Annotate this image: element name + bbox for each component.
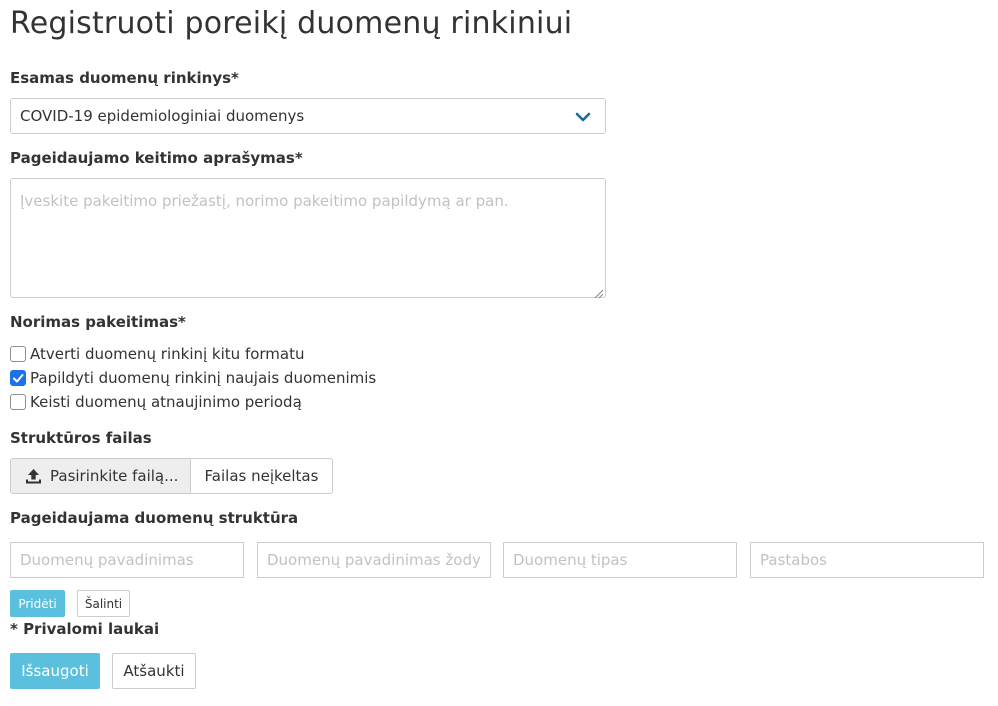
choose-file-button[interactable]: Pasirinkite failą... [11,459,191,493]
description-textarea[interactable] [10,178,606,298]
file-status: Failas neįkeltas [204,467,319,485]
remove-row-button[interactable]: Šalinti [77,590,130,617]
page-title: Registruoti poreikį duomenų rinkiniui [10,6,573,41]
field-name-input[interactable] [10,542,244,578]
file-upload: Pasirinkite failą... Failas neįkeltas [10,458,333,494]
resize-grip-icon[interactable] [592,284,604,299]
required-fields-note: * Privalomi laukai [10,620,160,638]
register-need-form: Registruoti poreikį duomenų rinkiniui Es… [0,0,998,706]
change-option-label: Keisti duomenų atnaujinimo periodą [30,393,302,411]
change-option-period[interactable]: Keisti duomenų atnaujinimo periodą [10,392,302,412]
checkbox-checked[interactable] [10,370,26,386]
change-option-supplement[interactable]: Papildyti duomenų rinkinį naujais duomen… [10,368,376,388]
chevron-down-icon [575,109,591,123]
field-dictionary-name-input[interactable] [257,542,491,578]
checkbox-unchecked[interactable] [10,346,26,362]
choose-file-label: Pasirinkite failą... [50,467,179,485]
structure-file-label: Struktūros failas [10,429,152,447]
checkmark-icon [13,374,24,383]
dataset-select[interactable]: COVID-19 epidemiologiniai duomenys [10,98,606,134]
structure-label: Pageidaujama duomenų struktūra [10,509,299,527]
description-label: Pageidaujamo keitimo aprašymas* [10,149,303,167]
change-label: Norimas pakeitimas* [10,313,186,331]
change-option-label: Papildyti duomenų rinkinį naujais duomen… [30,369,377,387]
checkbox-unchecked[interactable] [10,394,26,410]
change-option-label: Atverti duomenų rinkinį kitu formatu [30,345,305,363]
save-button[interactable]: Išsaugoti [10,653,100,689]
dataset-label: Esamas duomenų rinkinys* [10,69,239,87]
add-row-button[interactable]: Pridėti [10,590,65,617]
change-option-format[interactable]: Atverti duomenų rinkinį kitu formatu [10,344,305,364]
dataset-selected-value: COVID-19 epidemiologiniai duomenys [20,107,305,125]
field-notes-input[interactable] [750,542,984,578]
field-type-input[interactable] [503,542,737,578]
upload-icon [26,468,41,483]
cancel-button[interactable]: Atšaukti [112,653,196,689]
